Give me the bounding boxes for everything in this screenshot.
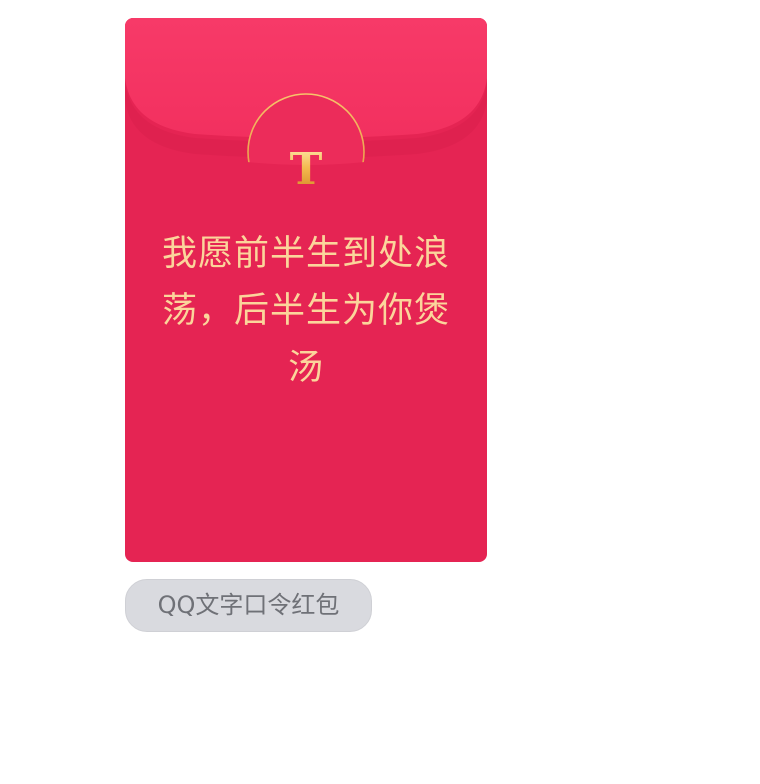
red-packet-type-label: QQ文字口令红包 bbox=[125, 579, 372, 632]
red-packet-card[interactable]: T 我愿前半生到处浪荡，后半生为你煲汤 bbox=[125, 18, 487, 562]
t-seal-icon: T bbox=[289, 144, 323, 195]
red-packet-message: 我愿前半生到处浪荡，后半生为你煲汤 bbox=[161, 234, 450, 388]
chat-message-area: T 我愿前半生到处浪荡，后半生为你煲汤 QQ文字口令红包 bbox=[0, 0, 760, 784]
